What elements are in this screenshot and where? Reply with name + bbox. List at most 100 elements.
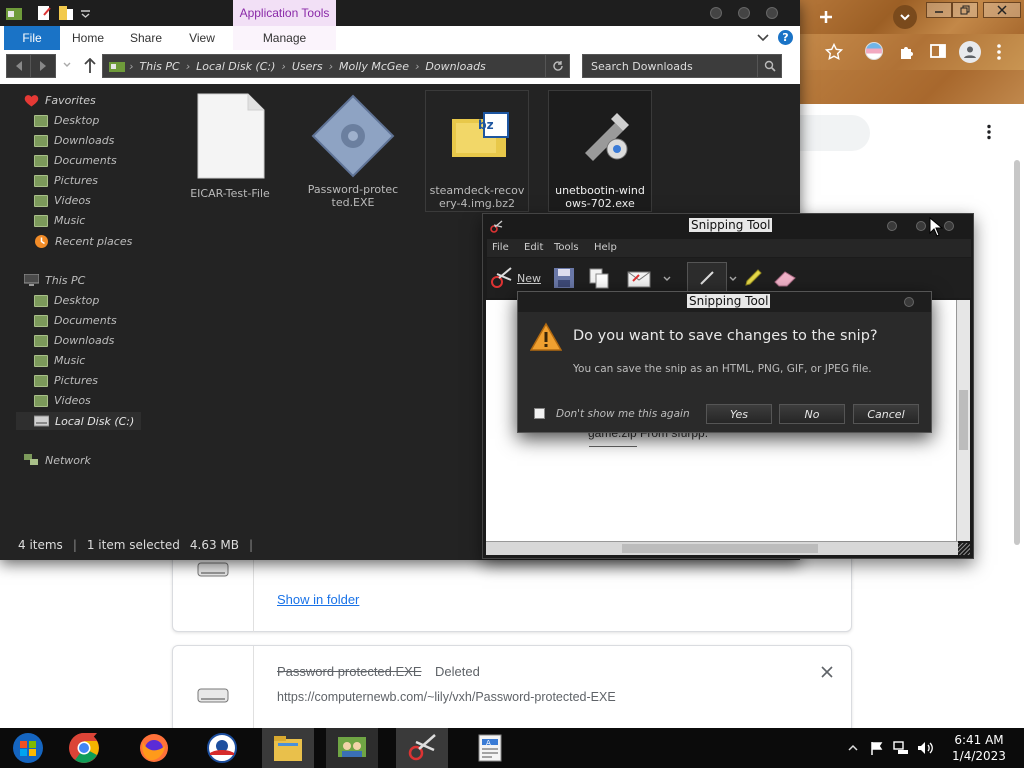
tab-home[interactable]: Home: [62, 26, 114, 50]
nav-pc-music[interactable]: Music: [34, 354, 85, 367]
side-panel-icon[interactable]: [930, 43, 946, 59]
new-snip-button[interactable]: New: [489, 266, 541, 290]
snip-vertical-scrollbar[interactable]: [956, 300, 970, 541]
explorer-titlebar[interactable]: Application Tools: [0, 0, 800, 26]
explorer-minimize-button[interactable]: [710, 7, 722, 19]
taskbar-wordpad[interactable]: A: [464, 728, 516, 768]
remove-download-icon[interactable]: [821, 666, 833, 678]
taskbar-obama-app[interactable]: [196, 728, 248, 768]
taskbar-snipping-tool[interactable]: [396, 728, 448, 768]
nav-fav-documents[interactable]: Documents: [34, 154, 117, 167]
refresh-button[interactable]: [545, 55, 569, 77]
taskbar-network-app[interactable]: [326, 728, 378, 768]
chrome-close-button[interactable]: [983, 2, 1021, 18]
search-button[interactable]: [757, 55, 781, 77]
chrome-menu-icon[interactable]: [996, 43, 1002, 61]
recent-locations-chevron-icon[interactable]: [63, 61, 71, 69]
dialog-close-button[interactable]: [904, 297, 914, 307]
file-steamdeck-recovery[interactable]: bz steamdeck-recov ery-4.img.bz2: [425, 90, 529, 212]
nav-thispc-header[interactable]: This PC: [24, 274, 85, 287]
highlighter-icon[interactable]: [743, 268, 763, 288]
ribbon-expand-chevron-icon[interactable]: [757, 33, 769, 43]
volume-icon[interactable]: [917, 741, 933, 755]
snip-vscroll-thumb[interactable]: [959, 390, 968, 450]
send-dropdown-chevron-icon[interactable]: [663, 276, 671, 282]
taskbar-chrome[interactable]: [58, 728, 110, 768]
help-icon[interactable]: ?: [778, 30, 793, 45]
menu-edit[interactable]: Edit: [524, 242, 543, 253]
snip-hscroll-thumb[interactable]: [622, 544, 818, 553]
search-downloads-input[interactable]: Search Downloads: [582, 54, 782, 78]
eraser-icon[interactable]: [773, 268, 797, 288]
nav-fav-desktop[interactable]: Desktop: [34, 114, 99, 127]
nav-fav-pictures[interactable]: Pictures: [34, 174, 98, 187]
properties-icon[interactable]: [36, 5, 52, 21]
nav-pc-documents[interactable]: Documents: [34, 314, 117, 327]
nav-network-header[interactable]: Network: [24, 454, 91, 467]
save-disk-icon[interactable]: [553, 267, 575, 289]
taskbar-firefox[interactable]: [128, 728, 180, 768]
menu-file[interactable]: File: [492, 242, 509, 253]
tab-search-button[interactable]: [893, 5, 917, 29]
bookmark-star-icon[interactable]: [825, 43, 843, 61]
tab-manage[interactable]: Manage: [233, 26, 336, 50]
resize-grip[interactable]: [958, 543, 970, 555]
snip-horizontal-scrollbar[interactable]: [486, 541, 958, 555]
nav-fav-downloads[interactable]: Downloads: [34, 134, 114, 147]
explorer-close-button[interactable]: [766, 7, 778, 19]
new-folder-icon[interactable]: [58, 5, 74, 21]
profile-extension-icon[interactable]: [865, 42, 883, 60]
menu-help[interactable]: Help: [594, 242, 617, 253]
back-button[interactable]: [7, 55, 32, 77]
chrome-restore-button[interactable]: [952, 2, 978, 18]
downloads-scrollbar[interactable]: [1012, 160, 1022, 720]
file-eicar-test-file[interactable]: EICAR-Test-File: [178, 92, 282, 200]
extensions-puzzle-icon[interactable]: [898, 43, 916, 61]
nav-pc-desktop[interactable]: Desktop: [34, 294, 99, 307]
nav-pc-pictures[interactable]: Pictures: [34, 374, 98, 387]
dont-show-checkbox[interactable]: [534, 408, 545, 419]
nav-fav-videos[interactable]: Videos: [34, 194, 91, 207]
start-button[interactable]: [2, 728, 54, 768]
pen-dropdown-chevron-icon[interactable]: [729, 276, 737, 282]
yes-button[interactable]: Yes: [706, 404, 772, 424]
chrome-minimize-button[interactable]: [926, 2, 952, 18]
explorer-maximize-button[interactable]: [738, 7, 750, 19]
menu-tools[interactable]: Tools: [554, 242, 579, 253]
address-bar[interactable]: › This PC › Local Disk (C:) › Users › Mo…: [102, 54, 570, 78]
breadcrumb-local-disk[interactable]: Local Disk (C:): [196, 60, 275, 73]
cancel-button[interactable]: Cancel: [853, 404, 919, 424]
downloads-search-bar[interactable]: [800, 115, 870, 151]
no-button[interactable]: No: [779, 404, 845, 424]
snip-maximize-button[interactable]: [916, 221, 926, 231]
copy-icon[interactable]: [588, 267, 610, 289]
quick-access-dropdown-icon[interactable]: [81, 9, 90, 18]
snip-minimize-button[interactable]: [887, 221, 897, 231]
network-status-icon[interactable]: [893, 741, 909, 755]
up-arrow-icon[interactable]: [84, 58, 96, 74]
nav-fav-music[interactable]: Music: [34, 214, 85, 227]
nav-pc-local-disk[interactable]: Local Disk (C:): [16, 412, 141, 430]
breadcrumb-downloads[interactable]: Downloads: [425, 60, 485, 73]
tab-file[interactable]: File: [4, 26, 60, 50]
forward-button[interactable]: [31, 55, 55, 77]
tab-view[interactable]: View: [176, 26, 228, 50]
tray-overflow-chevron-icon[interactable]: [848, 744, 858, 752]
nav-favorites-header[interactable]: Favorites: [24, 94, 96, 107]
more-actions-icon[interactable]: [986, 124, 992, 140]
taskbar-file-explorer[interactable]: [262, 728, 314, 768]
nav-fav-recent-places[interactable]: Recent places: [34, 234, 132, 249]
tab-share[interactable]: Share: [118, 26, 174, 50]
breadcrumb-this-pc[interactable]: This PC: [139, 60, 179, 73]
pen-tool-button[interactable]: [687, 262, 727, 294]
send-email-icon[interactable]: [627, 267, 651, 289]
account-avatar[interactable]: [959, 41, 981, 63]
file-unetbootin-selected[interactable]: unetbootin-wind ows-702.exe: [548, 90, 652, 212]
breadcrumb-users[interactable]: Users: [292, 60, 323, 73]
taskbar-clock[interactable]: 6:41 AM 1/4/2023: [944, 732, 1014, 764]
show-in-folder-link[interactable]: Show in folder: [277, 592, 359, 607]
snip-close-button[interactable]: [944, 221, 954, 231]
breadcrumb-user-folder[interactable]: Molly McGee: [339, 60, 409, 73]
nav-pc-downloads[interactable]: Downloads: [34, 334, 114, 347]
nav-pc-videos[interactable]: Videos: [34, 394, 91, 407]
